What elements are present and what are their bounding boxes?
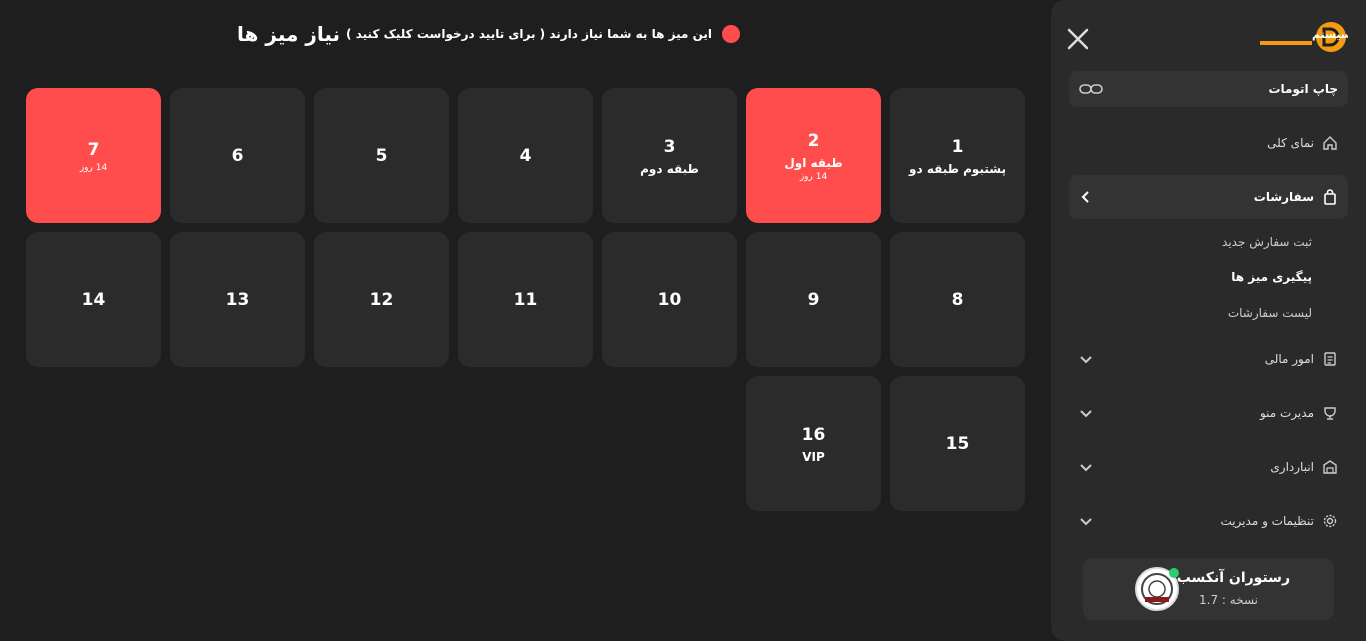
gear-icon xyxy=(1323,514,1337,528)
table-wait-days: 14 روز xyxy=(799,171,828,182)
table-number: 12 xyxy=(369,289,394,310)
table-number: 11 xyxy=(513,289,538,310)
table-number: 8 xyxy=(951,289,964,310)
nav-new-order[interactable]: ثبت سفارش جدید xyxy=(1222,235,1312,249)
auto-print-toggle[interactable]: چاپ اتومات xyxy=(1069,71,1348,107)
receipt-icon xyxy=(1324,352,1336,366)
table-label: طبقه اول xyxy=(784,155,843,170)
nav-settings-label: تنظیمات و مدیریت xyxy=(1220,514,1314,528)
table-tile-8[interactable]: 8 xyxy=(890,232,1025,367)
chevron-down-icon xyxy=(1080,464,1092,472)
sidebar: رستوسیستم چاپ اتومات نمای کلی سفارشات ثب… xyxy=(1051,0,1366,641)
table-tile-13[interactable]: 13 xyxy=(170,232,305,367)
app-version: نسخه : 1.7 xyxy=(1199,593,1258,607)
table-tile-1[interactable]: 1 پشتبوم طبقه دو xyxy=(890,88,1025,223)
chevron-down-icon xyxy=(1080,356,1092,364)
nav-table-tracking[interactable]: پیگیری میز ها xyxy=(1231,270,1312,284)
nav-menu[interactable]: مدیرت منو xyxy=(1069,391,1348,435)
home-icon xyxy=(1323,136,1337,150)
nav-inventory[interactable]: انبارداری xyxy=(1069,445,1348,489)
table-label: VIP xyxy=(802,449,825,464)
table-tile-12[interactable]: 12 xyxy=(314,232,449,367)
page-subtitle: این میز ها به شما نیاز دارند ( برای تایی… xyxy=(346,27,712,41)
nav-settings[interactable]: تنظیمات و مدیریت xyxy=(1069,499,1348,543)
table-number: 10 xyxy=(657,289,682,310)
warehouse-icon xyxy=(1323,460,1337,474)
nav-menu-label: مدیرت منو xyxy=(1259,406,1314,420)
table-tile-7[interactable]: 7 14 روز xyxy=(26,88,161,223)
chevron-left-icon xyxy=(1081,191,1089,203)
main-content: نیاز میز ها این میز ها به شما نیاز دارند… xyxy=(0,0,1050,641)
close-icon[interactable] xyxy=(1065,26,1091,52)
shopping-bag-icon xyxy=(1324,189,1336,205)
table-tile-10[interactable]: 10 xyxy=(602,232,737,367)
table-number: 3 xyxy=(663,136,676,157)
nav-inventory-label: انبارداری xyxy=(1270,460,1314,474)
chevron-down-icon xyxy=(1080,410,1092,418)
logo-text: رستوسیستم xyxy=(1312,28,1348,41)
nav-finance[interactable]: امور مالی xyxy=(1069,337,1348,381)
table-tile-14[interactable]: 14 xyxy=(26,232,161,367)
table-number: 14 xyxy=(81,289,106,310)
page-header: نیاز میز ها این میز ها به شما نیاز دارند… xyxy=(237,20,740,48)
table-label: طبقه دوم xyxy=(640,161,699,176)
table-number: 5 xyxy=(375,145,388,166)
profile-card[interactable]: رستوران آنکسب نسخه : 1.7 xyxy=(1083,558,1334,620)
restaurant-name: رستوران آنکسب xyxy=(1176,570,1290,586)
link-icon xyxy=(1079,84,1103,94)
table-number: 1 xyxy=(951,136,964,157)
table-tile-6[interactable]: 6 xyxy=(170,88,305,223)
table-number: 4 xyxy=(519,145,532,166)
table-wait-days: 14 روز xyxy=(79,162,108,173)
logo: رستوسیستم xyxy=(1260,22,1348,52)
table-tile-11[interactable]: 11 xyxy=(458,232,593,367)
table-number: 2 xyxy=(807,130,820,151)
chevron-down-icon xyxy=(1080,518,1092,526)
table-number: 9 xyxy=(807,289,820,310)
cup-icon xyxy=(1324,407,1336,420)
table-number: 15 xyxy=(945,433,970,454)
auto-print-label: چاپ اتومات xyxy=(1268,82,1338,96)
nav-overview-label: نمای کلی xyxy=(1267,136,1314,150)
table-tile-16[interactable]: 16 VIP xyxy=(746,376,881,511)
table-tile-5[interactable]: 5 xyxy=(314,88,449,223)
table-tile-2[interactable]: 2 طبقه اول 14 روز xyxy=(746,88,881,223)
nav-orders[interactable]: سفارشات xyxy=(1069,175,1348,219)
alert-indicator xyxy=(722,25,740,43)
nav-finance-label: امور مالی xyxy=(1264,352,1314,366)
nav-orders-label: سفارشات xyxy=(1253,190,1314,204)
page-title: نیاز میز ها xyxy=(237,22,341,46)
table-number: 7 xyxy=(87,139,100,160)
table-number: 16 xyxy=(801,424,826,445)
nav-orders-list[interactable]: لیست سفارشات xyxy=(1228,306,1312,320)
nav-overview[interactable]: نمای کلی xyxy=(1069,121,1348,165)
table-number: 13 xyxy=(225,289,250,310)
table-number: 6 xyxy=(231,145,244,166)
table-tile-3[interactable]: 3 طبقه دوم xyxy=(602,88,737,223)
tables-grid: 1 پشتبوم طبقه دو 2 طبقه اول 14 روز 3 طبق… xyxy=(26,88,1025,511)
table-tile-9[interactable]: 9 xyxy=(746,232,881,367)
table-tile-15[interactable]: 15 xyxy=(890,376,1025,511)
table-label: پشتبوم طبقه دو xyxy=(909,161,1006,176)
table-tile-4[interactable]: 4 xyxy=(458,88,593,223)
